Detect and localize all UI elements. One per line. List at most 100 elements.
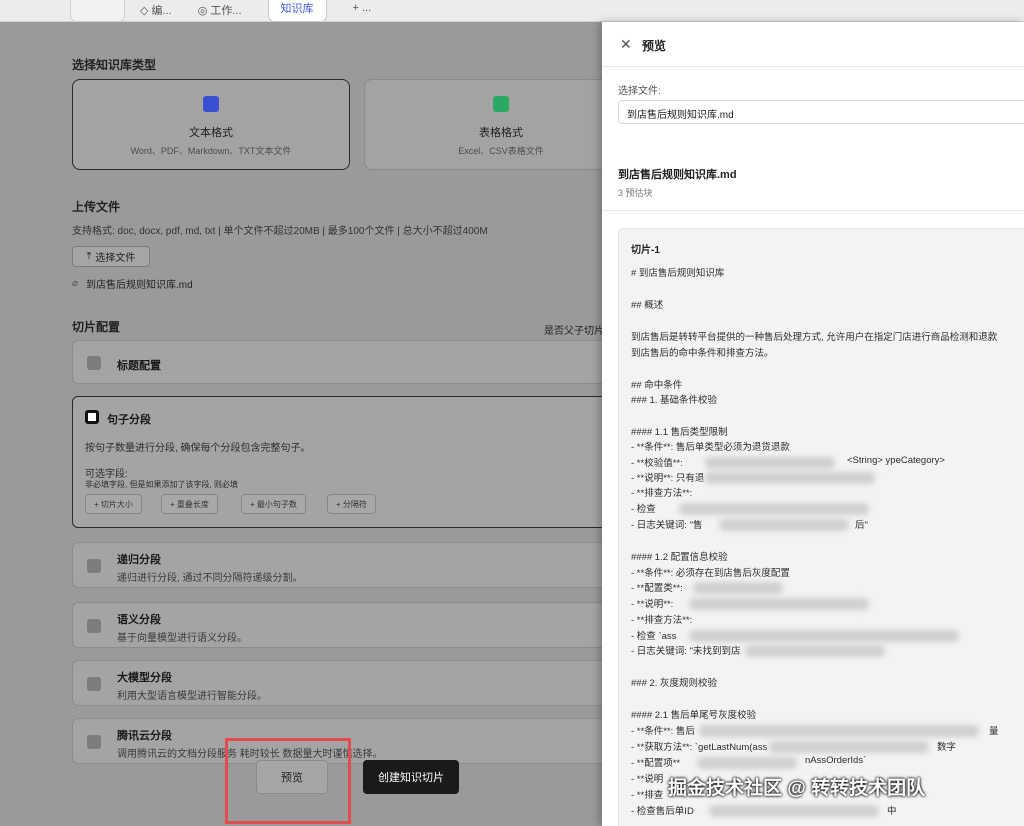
- chunk-line: - **条件**: 售后: [631, 726, 695, 737]
- chunk-line: - 检查 `ass: [631, 631, 677, 642]
- checkbox-icon[interactable]: [87, 619, 101, 633]
- chunk-line: - 检查: [631, 504, 656, 515]
- chunk-option-desc: 利用大型语言模型进行智能分段。: [117, 691, 267, 702]
- chunk-line: - **获取方法**: `getLastNum(ass: [631, 742, 768, 753]
- chunk-option-semantic[interactable]: 语义分段 基于向量模型进行语义分段。: [72, 602, 612, 648]
- tab-1[interactable]: ◇ 编...: [140, 0, 172, 22]
- top-left-field[interactable]: [70, 0, 125, 22]
- chunk-line: - 检查售后单ID: [631, 806, 694, 817]
- redacted-text: [705, 472, 875, 484]
- top-tabs: ◇ 编... ◎ 工作... 知识库 + ...: [140, 0, 371, 22]
- chunk-option-title[interactable]: 标题配置: [72, 340, 612, 384]
- chunk-line: ### 2. 灰度规则校验: [631, 678, 718, 689]
- chunk-line: ## 命中条件: [631, 380, 683, 391]
- type-card-text[interactable]: 文本格式 Word、PDF、Markdown、TXT文本文件: [72, 79, 350, 170]
- field-tag-min-sentences[interactable]: + 最小句子数: [241, 494, 306, 514]
- redacted-text: [705, 457, 835, 469]
- select-file-button[interactable]: ⤒ 选择文件: [72, 246, 150, 267]
- chunk-line: #### 1.1 售后类型限制: [631, 427, 728, 438]
- chunk-line: - **配置类**:: [631, 583, 683, 594]
- chunk-line: ## 概述: [631, 300, 664, 311]
- chunk-line-fragment: nAssOrderIds`: [805, 755, 867, 766]
- chunk-option-llm[interactable]: 大模型分段 利用大型语言模型进行智能分段。: [72, 660, 612, 706]
- chunk-line-fragment: 数字: [937, 742, 957, 753]
- chunk-line: #### 1.2 配置信息校验: [631, 552, 728, 563]
- redacted-text: [745, 645, 885, 657]
- chunk-line: - **排查方法**:: [631, 488, 693, 499]
- redacted-text: [699, 725, 979, 737]
- redacted-text: [697, 757, 797, 769]
- chunk-option-desc: 递归进行分段, 通过不同分隔符递级分割。: [117, 573, 303, 584]
- upload-icon: ⤒: [86, 251, 92, 262]
- chunk-line: - **说明**:: [631, 599, 674, 610]
- main-content: 选择知识库类型 文本格式 Word、PDF、Markdown、TXT文本文件 表…: [0, 22, 638, 826]
- type-card-table-desc: Excel、CSV表格文件: [458, 146, 544, 156]
- spreadsheet-icon: [493, 96, 509, 112]
- chunk-option-desc: 基于向量模型进行语义分段。: [117, 633, 247, 644]
- redacted-text: [679, 503, 869, 515]
- checkbox-checked-icon[interactable]: [85, 410, 99, 424]
- chunk-line-fragment: 中: [887, 806, 897, 817]
- upload-title: 上传文件: [72, 200, 121, 214]
- field-tag-chunk-size[interactable]: + 切片大小: [85, 494, 142, 514]
- tab-4[interactable]: + ...: [353, 0, 372, 22]
- redacted-text: [719, 519, 849, 531]
- chunk-card: 切片-1 # 到店售后规则知识库 ## 概述 到店售后是转转平台提供的一种售后处…: [618, 228, 1024, 826]
- field-tag-overlap[interactable]: + 重叠长度: [161, 494, 218, 514]
- chunk-line: - **说明: [631, 774, 664, 785]
- panel-title: 预览: [642, 39, 667, 53]
- checkbox-icon[interactable]: [87, 356, 101, 370]
- redacted-text: [689, 598, 869, 610]
- redacted-text: [689, 630, 959, 642]
- uploaded-file-name: 到店售后规则知识库.md: [86, 280, 193, 291]
- chunk-line: - **说明**: 只有退: [631, 473, 705, 484]
- redacted-text: [709, 805, 879, 817]
- file-select[interactable]: 到店售后规则知识库.md: [618, 100, 1024, 124]
- attachment-icon: ⌀: [72, 278, 79, 289]
- select-file-label: 选择文件: [95, 253, 136, 264]
- select-file-label: 选择文件:: [618, 86, 661, 97]
- panel-divider: [602, 66, 1024, 67]
- tab-2[interactable]: ◎ 工作...: [198, 0, 242, 22]
- chunk-option-name: 大模型分段: [117, 672, 172, 684]
- parent-child-label: 是否父子切片: [544, 326, 604, 337]
- chunk-option-name: 语义分段: [117, 614, 161, 626]
- redacted-text: [769, 741, 929, 753]
- chunk-line: - **配置项**: [631, 758, 681, 769]
- highlight-frame: [225, 738, 351, 824]
- chunk-option-sentence[interactable]: 句子分段 按句子数量进行分段, 确保每个分段包含完整句子。 可选字段: 非必填字…: [72, 396, 612, 528]
- chunk-line: - **条件**: 必须存在到店售后灰度配置: [631, 568, 790, 579]
- chunk-line-fragment: <String> ypeCategory>: [847, 455, 945, 466]
- uploaded-file-item[interactable]: ⌀ 到店售后规则知识库.md: [72, 276, 193, 291]
- word-doc-icon: [203, 96, 219, 112]
- type-card-table-name: 表格格式: [479, 127, 523, 139]
- chunk-line: 到店售后是转转平台提供的一种售后处理方式, 允许用户在指定门店进行商品检测和退款: [631, 332, 998, 343]
- chunk-line-fragment: 量: [989, 726, 999, 737]
- chunk-option-name: 句子分段: [107, 414, 151, 426]
- panel-divider: [602, 210, 1024, 211]
- checkbox-icon[interactable]: [87, 559, 101, 573]
- chunk-option-recursive[interactable]: 递归分段 递归进行分段, 通过不同分隔符递级分割。: [72, 542, 612, 588]
- type-card-text-desc: Word、PDF、Markdown、TXT文本文件: [130, 146, 292, 156]
- type-card-table[interactable]: 表格格式 Excel、CSV表格文件: [364, 79, 638, 170]
- upload-desc: 支持格式: doc, docx, pdf, md, txt | 单个文件不超过2…: [72, 226, 488, 237]
- field-tag-separator[interactable]: + 分隔符: [327, 494, 376, 514]
- checkbox-icon[interactable]: [87, 735, 101, 749]
- chunk-option-name: 标题配置: [117, 360, 161, 372]
- close-icon[interactable]: ✕: [620, 36, 632, 53]
- chunk-line: 到店售后的命中条件和排查方法。: [631, 348, 774, 359]
- optional-fields-label: 可选字段:: [85, 469, 128, 480]
- type-card-text-name: 文本格式: [189, 127, 233, 139]
- chunk-option-name: 腾讯云分段: [117, 730, 172, 742]
- checkbox-icon[interactable]: [87, 677, 101, 691]
- chunk-line: - **条件**: 售后单类型必须为退货退款: [631, 442, 790, 453]
- chunk-line-fragment: 后": [855, 520, 868, 531]
- chunk-config-title: 切片配置: [72, 320, 121, 334]
- create-knowledge-button[interactable]: 创建知识切片: [363, 760, 459, 794]
- top-tab-strip: ◇ 编... ◎ 工作... 知识库 + ...: [0, 0, 1024, 22]
- chunk-line: # 到店售后规则知识库: [631, 268, 725, 279]
- tab-active[interactable]: 知识库: [267, 0, 327, 22]
- preview-file-name: 到店售后规则知识库.md: [618, 169, 737, 181]
- redacted-text: [693, 582, 783, 594]
- chunk-line: #### 2.1 售后单尾号灰度校验: [631, 710, 757, 721]
